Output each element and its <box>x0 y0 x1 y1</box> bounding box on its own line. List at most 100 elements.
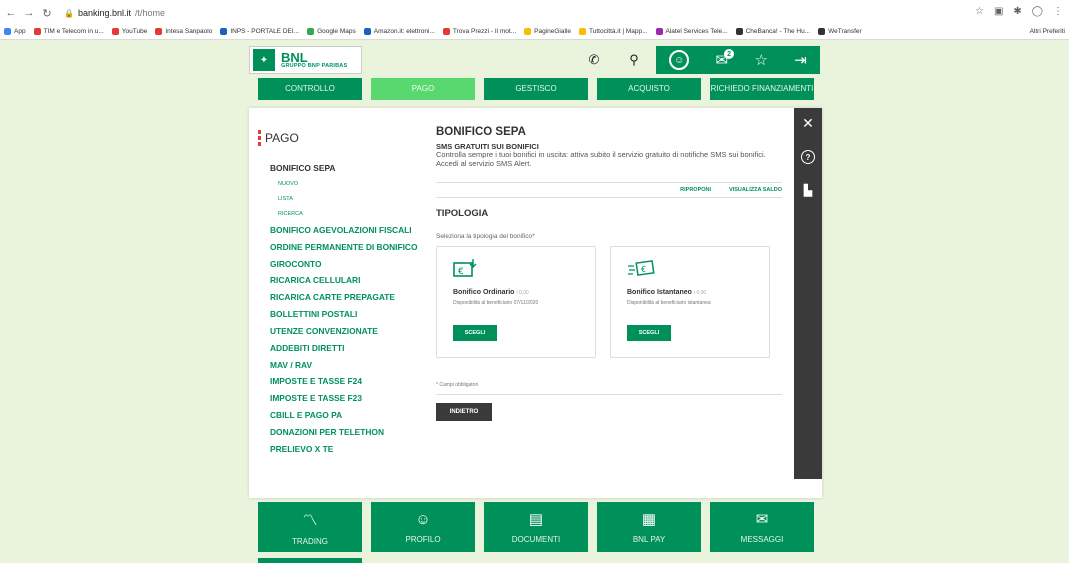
other-bookmarks-label: Altri Preferiti <box>1029 28 1065 35</box>
reload-icon[interactable]: ↻ <box>40 7 54 20</box>
bookmark-item[interactable]: PagineGialle <box>524 28 571 35</box>
bookmark-item[interactable]: Tuttocittà.it | Mapp... <box>579 28 648 35</box>
action-bar: RIPROPONI VISUALIZZA SALDO <box>436 182 782 199</box>
svg-text:€: € <box>458 267 464 277</box>
tipologia-title: TIPOLOGIA <box>436 208 489 220</box>
location-pin-icon[interactable]: ⚲ <box>622 46 646 74</box>
other-bookmarks[interactable]: Altri Preferiti <box>1023 24 1065 39</box>
main-nav-pago[interactable]: PAGO <box>371 78 475 100</box>
sidebar-subitem[interactable]: RICERCA <box>278 211 418 217</box>
bookmark-label: INPS - PORTALE DEI... <box>230 28 300 35</box>
bookmark-item[interactable]: INPS - PORTALE DEI... <box>220 28 299 35</box>
main-nav-gestisco[interactable]: GESTISCO <box>484 78 588 100</box>
back-arrow-icon[interactable]: ← <box>4 7 18 19</box>
bookmark-item[interactable]: TIM e Telecom in u... <box>33 28 104 35</box>
favorites-star-icon[interactable]: ☆ <box>754 51 767 69</box>
page-title: BONIFICO SEPA <box>436 126 526 138</box>
bookmark-label: Trova Prezzi - Il mot... <box>452 28 517 35</box>
choose-ordinario-button[interactable]: SCEGLI <box>453 325 497 342</box>
sidebar-item[interactable]: BONIFICO SEPA <box>270 163 418 173</box>
tile-messaggi[interactable]: ✉ MESSAGGI <box>710 502 814 552</box>
bookmark-favicon-icon <box>579 28 586 35</box>
main-nav-richiedo[interactable]: RICHIEDO FINANZIAMENTI <box>710 78 814 100</box>
bookmark-item[interactable]: Amazon.it: elettroni... <box>363 28 435 35</box>
forward-arrow-icon[interactable]: → <box>22 7 36 19</box>
bookmark-item[interactable]: CheBanca! - The Hu... <box>735 28 810 35</box>
url-bar[interactable]: 🔒 banking.bnl.it/t/home <box>64 8 165 18</box>
sidebar-subitem[interactable]: NUOVO <box>278 181 418 187</box>
partial-tile[interactable] <box>258 558 362 563</box>
bookmark-item[interactable]: Trova Prezzi - Il mot... <box>442 28 517 35</box>
bookmark-favicon-icon <box>155 28 163 35</box>
main-nav-controllo[interactable]: CONTROLLO <box>258 78 362 100</box>
card-ordinario[interactable]: € Bonifico Ordinario i 0,00 Disponibilità… <box>436 246 596 359</box>
bookmark-item[interactable]: WeTransfer <box>818 28 862 35</box>
bookmark-favicon-icon <box>735 28 743 35</box>
bookmark-favicon-icon <box>442 28 450 35</box>
print-icon[interactable]: ▙ <box>804 184 812 197</box>
sidebar-item[interactable]: CBILL E PAGO PA <box>270 410 418 420</box>
bookmark-label: Tuttocittà.it | Mapp... <box>589 28 648 35</box>
bookmark-favicon-icon <box>220 28 228 35</box>
logout-icon[interactable]: ⇥ <box>794 51 807 69</box>
puzzle-icon[interactable]: ✱ <box>1013 6 1021 17</box>
sidebar-item[interactable]: ADDEBITI DIRETTI <box>270 343 418 353</box>
url-host: banking.bnl.it <box>77 8 132 18</box>
bottom-tiles: 〽 TRADING ☺ PROFILO ▤ DOCUMENTI ▦ BNL PAY ✉ MESSA… <box>258 502 814 552</box>
sidebar-item[interactable]: PRELIEVO X TE <box>270 444 418 454</box>
sidebar-item[interactable]: IMPOSTE E TASSE F23 <box>270 394 418 403</box>
bookmark-label: Alatel Services Tele... <box>665 28 728 35</box>
sidebar-subitem[interactable]: LISTA <box>278 196 418 202</box>
instant-banknote-icon: € <box>627 257 657 284</box>
sms-promo-text[interactable]: Controlla sempre i tuoi bonifici in usci… <box>436 150 782 168</box>
tile-label: MESSAGGI <box>740 535 784 544</box>
choose-istantaneo-button[interactable]: SCEGLI <box>627 325 671 342</box>
user-avatar-icon[interactable]: ☺ <box>669 50 690 70</box>
profile-icon[interactable]: ◯ <box>1032 6 1043 17</box>
bookmark-favicon-icon <box>111 28 119 35</box>
bookmark-item[interactable]: Intesa Sanpaolo <box>155 28 212 35</box>
tile-profilo[interactable]: ☺ PROFILO <box>371 502 475 552</box>
tile-documenti[interactable]: ▤ DOCUMENTI <box>484 502 588 552</box>
tipologia-subtitle: Seleziona la tipologia del bonifico* <box>436 233 535 241</box>
bookmark-favicon-icon <box>818 28 826 35</box>
sidebar-item[interactable]: BONIFICO AGEVOLAZIONI FISCALI <box>270 225 418 235</box>
bookmark-item[interactable]: Alatel Services Tele... <box>655 28 728 35</box>
extensions: ☆ ▣ ✱ ◯ ⋮ <box>975 6 1063 17</box>
tile-trading[interactable]: 〽 TRADING <box>258 502 362 552</box>
sidebar-item[interactable]: BOLLETTINI POSTALI <box>270 309 418 319</box>
star-bookmark-icon[interactable]: ☆ <box>975 6 984 17</box>
view-balance-link[interactable]: VISUALIZZA SALDO <box>729 187 782 193</box>
browser-chrome: ← → ↻ 🔒 banking.bnl.it/t/home ☆ ▣ ✱ ◯ ⋮ … <box>0 0 1069 40</box>
main-nav: CONTROLLO PAGO GESTISCO ACQUISTO RICHIEDO FI… <box>258 78 815 100</box>
extension-icon[interactable]: ▣ <box>994 6 1003 17</box>
sidebar-item[interactable]: ORDINE PERMANENTE DI BONIFICO <box>270 242 418 252</box>
bookmarks-bar: App TIM e Telecom in u... YouTube Intesa Sa… <box>0 24 1069 39</box>
bookmark-favicon-icon <box>363 28 371 35</box>
card-istantaneo[interactable]: € Bonifico Istantaneo i 0,00 Disponibilit… <box>610 246 770 359</box>
trading-chart-icon: 〽 <box>302 511 318 529</box>
menu-dots-icon[interactable]: ⋮ <box>1053 6 1063 17</box>
sidebar-item[interactable]: IMPOSTE E TASSE F24 <box>270 377 418 386</box>
phone-icon[interactable]: ✆ <box>582 46 606 74</box>
bookmark-item[interactable]: YouTube <box>111 28 148 35</box>
bookmark-label: YouTube <box>121 28 148 35</box>
bookmark-label: Intesa Sanpaolo <box>165 28 213 35</box>
main-nav-acquisto[interactable]: ACQUISTO <box>597 78 701 100</box>
bookmark-item[interactable]: App <box>4 28 26 35</box>
sidebar-item[interactable]: MAV / RAV <box>270 360 418 370</box>
sidebar-item[interactable]: DONAZIONI PER TELETHON <box>270 427 418 437</box>
mail-icon[interactable]: ✉ 2 <box>716 49 735 69</box>
sidebar-item[interactable]: RICARICA CELLULARI <box>270 276 418 285</box>
bnl-logo[interactable]: ✦ BNL GRUPPO BNP PARIBAS <box>249 46 362 74</box>
help-icon[interactable]: ? <box>801 150 815 164</box>
back-button[interactable]: INDIETRO <box>436 403 492 422</box>
sidebar-item[interactable]: RICARICA CARTE PREPAGATE <box>270 293 418 302</box>
lock-icon: 🔒 <box>64 8 74 18</box>
tile-bnl-pay[interactable]: ▦ BNL PAY <box>597 502 701 552</box>
close-icon[interactable]: ✕ <box>802 116 814 130</box>
sidebar-item[interactable]: GIROCONTO <box>270 259 418 269</box>
repeat-link[interactable]: RIPROPONI <box>680 187 711 193</box>
sidebar-item[interactable]: UTENZE CONVENZIONATE <box>270 326 418 336</box>
bookmark-item[interactable]: Google Maps <box>307 28 356 35</box>
